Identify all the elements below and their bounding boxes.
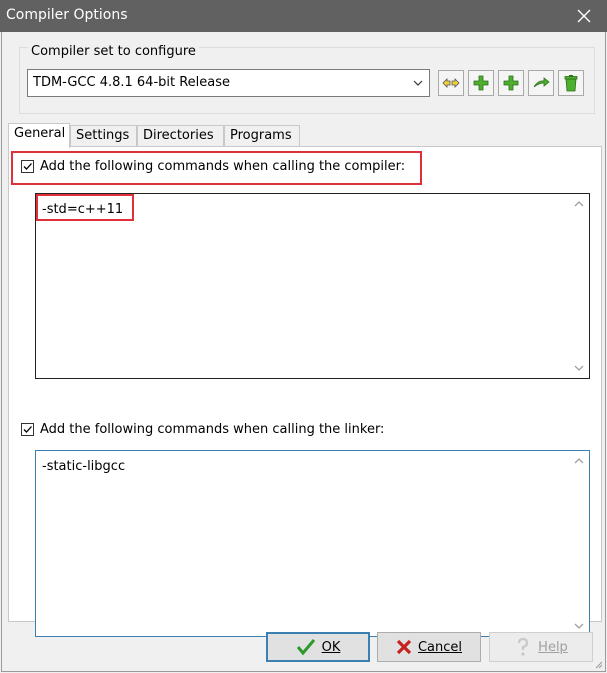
resize-grip-icon[interactable] [593,659,603,669]
ok-button[interactable]: OK [266,632,370,662]
add-icon [473,75,489,91]
close-button[interactable] [561,0,607,32]
linker-cmds-scrollbar[interactable] [571,453,587,634]
scroll-down-icon [574,623,584,629]
checkmark-icon [23,426,32,433]
trash-icon [564,75,578,92]
tab-programs[interactable]: Programs [224,125,300,147]
compiler-set-value: TDM-GCC 4.8.1 64-bit Release [33,75,231,90]
tab-general-label: General [14,126,66,141]
help-button[interactable]: Help [489,632,593,662]
title-bar: Compiler Options [0,0,607,32]
general-tab-panel: Add the following commands when calling … [8,146,602,637]
cancel-button[interactable]: Cancel [377,632,481,662]
help-icon [518,637,529,656]
close-icon [577,9,591,23]
cancel-x-icon [396,639,412,655]
linker-cmds-textarea[interactable]: -static-libgcc [35,450,590,637]
linker-cmds-checkbox-row[interactable]: Add the following commands when calling … [21,422,384,437]
scroll-up-icon [574,458,584,464]
add-folder-icon [503,75,519,91]
tab-directories[interactable]: Directories [137,125,224,147]
delete-compiler-button[interactable] [558,70,584,96]
help-label: Help [538,639,568,655]
cancel-label: Cancel [417,639,463,655]
linker-cmds-checkbox[interactable] [21,423,34,436]
rename-arrow-icon [533,77,550,88]
add-compiler-button[interactable] [468,70,494,96]
ok-label: OK [321,639,341,655]
tab-programs-label: Programs [230,128,292,143]
add-from-folder-button[interactable] [498,70,524,96]
compiler-cmds-scrollbar[interactable] [571,196,587,376]
compiler-cmds-highlight [11,151,422,185]
rename-set-button[interactable] [528,70,554,96]
checkmark-icon [296,639,315,656]
compiler-set-label: Compiler set to configure [28,44,199,59]
linker-cmds-value: -static-libgcc [42,459,126,474]
rename-compiler-button[interactable] [438,70,464,96]
chevron-down-icon [413,80,423,86]
linker-cmds-label: Add the following commands when calling … [40,422,385,437]
tab-settings[interactable]: Settings [70,125,137,147]
scroll-up-icon [574,201,584,207]
compiler-set-select[interactable]: TDM-GCC 4.8.1 64-bit Release [27,69,430,97]
dialog-body: Compiler set to configure TDM-GCC 4.8.1 … [1,32,606,672]
tab-directories-label: Directories [143,128,214,143]
rename-icon [442,78,460,88]
scroll-down-icon [574,365,584,371]
compiler-value-highlight [36,194,134,221]
window-title: Compiler Options [6,7,128,23]
tab-settings-label: Settings [76,128,130,143]
tab-general[interactable]: General [8,123,70,148]
